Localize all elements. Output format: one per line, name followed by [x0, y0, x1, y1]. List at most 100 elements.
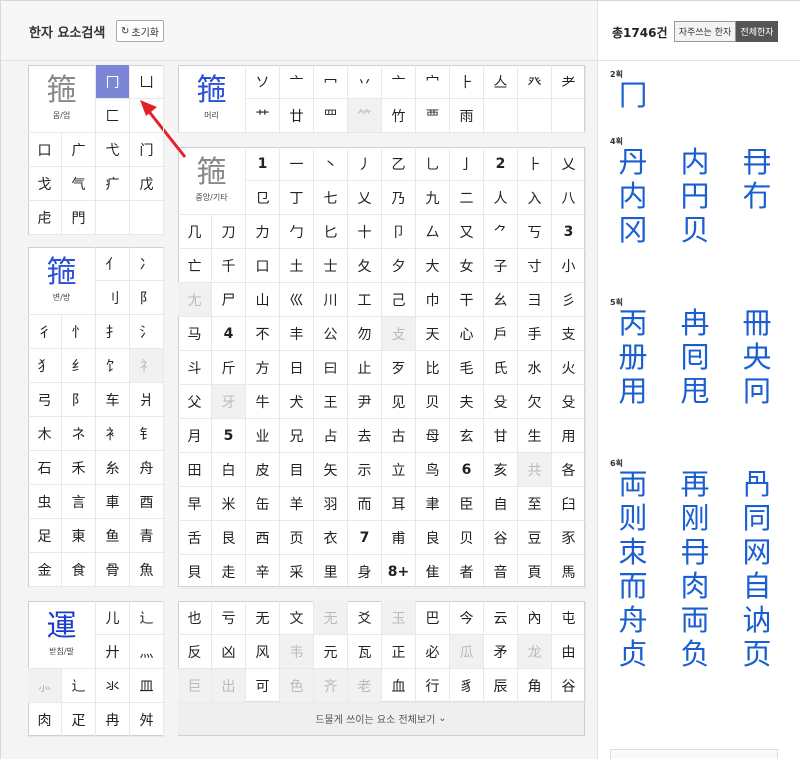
component-cell[interactable]: 豸 — [450, 669, 484, 703]
reset-button[interactable]: ↻ 초기화 — [116, 20, 164, 42]
component-cell[interactable]: 鸟 — [416, 453, 450, 487]
component-cell[interactable]: 矢 — [314, 453, 348, 487]
component-cell[interactable]: 扌 — [96, 315, 130, 349]
component-cell[interactable]: 火 — [552, 351, 586, 385]
component-cell[interactable]: 戶 — [484, 317, 518, 351]
component-cell[interactable]: 門 — [62, 201, 96, 235]
component-cell[interactable]: 屯 — [552, 601, 586, 635]
component-cell[interactable]: 宀 — [416, 65, 450, 99]
component-cell[interactable]: 者 — [450, 555, 484, 589]
component-cell[interactable]: 日 — [280, 351, 314, 385]
component-cell[interactable]: 尸 — [212, 283, 246, 317]
component-cell[interactable]: 西 — [246, 521, 280, 555]
component-cell[interactable]: 公 — [314, 317, 348, 351]
result-hanja[interactable]: 冇 — [737, 182, 777, 211]
component-cell[interactable]: 谷 — [552, 669, 586, 703]
component-cell[interactable]: 自 — [484, 487, 518, 521]
component-cell[interactable]: 舛 — [130, 703, 164, 737]
component-cell[interactable] — [518, 99, 552, 133]
component-cell[interactable]: 大 — [416, 249, 450, 283]
component-cell[interactable]: 灬 — [130, 635, 164, 669]
component-cell[interactable]: 山 — [246, 283, 280, 317]
component-cell[interactable]: 艮 — [212, 521, 246, 555]
component-cell[interactable]: 皮 — [246, 453, 280, 487]
component-cell[interactable]: 頁 — [518, 555, 552, 589]
result-hanja[interactable]: 丹 — [613, 148, 653, 177]
component-cell[interactable]: 廿 — [280, 99, 314, 133]
component-cell[interactable]: 早 — [178, 487, 212, 521]
result-hanja[interactable]: 円 — [675, 182, 715, 211]
component-cell[interactable]: 口 — [246, 249, 280, 283]
component-cell[interactable]: 巛 — [280, 283, 314, 317]
component-cell[interactable]: 父 — [178, 385, 212, 419]
component-cell[interactable]: 玄 — [450, 419, 484, 453]
component-cell[interactable]: 犬 — [280, 385, 314, 419]
component-cell[interactable]: 音 — [484, 555, 518, 589]
filter-all-button[interactable]: 전체한자 — [736, 21, 778, 42]
result-hanja[interactable]: 冋 — [737, 377, 777, 406]
component-cell[interactable]: 业 — [246, 419, 280, 453]
component-cell[interactable]: 又 — [450, 215, 484, 249]
component-cell[interactable]: 一 — [280, 147, 314, 181]
component-cell[interactable]: 舌 — [178, 521, 212, 555]
component-cell[interactable]: 㔾 — [246, 181, 280, 215]
component-cell[interactable] — [96, 201, 130, 235]
component-cell[interactable]: 魚 — [130, 553, 164, 587]
component-cell[interactable]: 七 — [314, 181, 348, 215]
component-cell[interactable]: 金 — [28, 553, 62, 587]
component-cell[interactable]: 卩 — [382, 215, 416, 249]
component-cell[interactable]: 氺 — [96, 669, 130, 703]
component-cell[interactable]: 巾 — [416, 283, 450, 317]
component-cell[interactable]: 斤 — [212, 351, 246, 385]
component-cell[interactable]: 虫 — [28, 485, 62, 519]
component-cell[interactable]: 瓜 — [450, 635, 484, 669]
component-cell[interactable]: 石 — [28, 451, 62, 485]
component-cell[interactable]: ⺗ — [28, 669, 62, 703]
component-cell[interactable]: 车 — [96, 383, 130, 417]
component-cell[interactable]: 乃 — [382, 181, 416, 215]
component-cell[interactable]: 工 — [348, 283, 382, 317]
component-cell[interactable]: 肉 — [28, 703, 62, 737]
component-cell[interactable]: 元 — [314, 635, 348, 669]
component-cell[interactable]: 刀 — [212, 215, 246, 249]
result-hanja[interactable]: 内 — [613, 182, 653, 211]
component-cell[interactable]: 食 — [62, 553, 96, 587]
component-cell[interactable]: 比 — [416, 351, 450, 385]
result-hanja[interactable]: 丙 — [613, 309, 653, 338]
component-cell[interactable]: 冂 — [96, 65, 130, 99]
component-cell[interactable]: 耳 — [382, 487, 416, 521]
filter-frequent-button[interactable]: 자주쓰는 한자 — [674, 21, 736, 42]
component-cell[interactable]: 鱼 — [96, 519, 130, 553]
component-cell[interactable]: 门 — [130, 133, 164, 167]
component-cell[interactable] — [484, 99, 518, 133]
component-cell[interactable]: 九 — [416, 181, 450, 215]
component-cell[interactable]: 木 — [28, 417, 62, 451]
component-cell[interactable]: 文 — [280, 601, 314, 635]
result-hanja[interactable]: 冄 — [675, 538, 715, 567]
component-cell[interactable]: 甘 — [484, 419, 518, 453]
component-cell[interactable]: 生 — [518, 419, 552, 453]
component-cell[interactable]: 白 — [212, 453, 246, 487]
result-hanja[interactable]: 央 — [737, 343, 777, 372]
component-cell[interactable] — [130, 201, 164, 235]
component-cell[interactable]: 歹 — [382, 351, 416, 385]
component-cell[interactable]: 亡 — [178, 249, 212, 283]
component-cell[interactable]: 氵 — [130, 315, 164, 349]
component-cell[interactable]: 色 — [280, 669, 314, 703]
component-cell[interactable]: 里 — [314, 555, 348, 589]
component-cell[interactable]: 支 — [552, 317, 586, 351]
component-cell[interactable]: 米 — [212, 487, 246, 521]
component-cell[interactable]: 東 — [62, 519, 96, 553]
component-cell[interactable]: 殳 — [484, 385, 518, 419]
component-cell[interactable]: 曰 — [314, 351, 348, 385]
component-cell[interactable]: 母 — [416, 419, 450, 453]
component-cell[interactable]: 骨 — [96, 553, 130, 587]
component-cell[interactable]: 彳 — [28, 315, 62, 349]
component-cell[interactable]: 辰 — [484, 669, 518, 703]
component-cell[interactable]: 氏 — [484, 351, 518, 385]
component-cell[interactable]: ⺈ — [484, 215, 518, 249]
component-cell[interactable]: 毛 — [450, 351, 484, 385]
component-cell[interactable]: 儿 — [96, 601, 130, 635]
component-cell[interactable]: ソ — [246, 65, 280, 99]
component-cell[interactable]: 亼 — [484, 65, 518, 99]
